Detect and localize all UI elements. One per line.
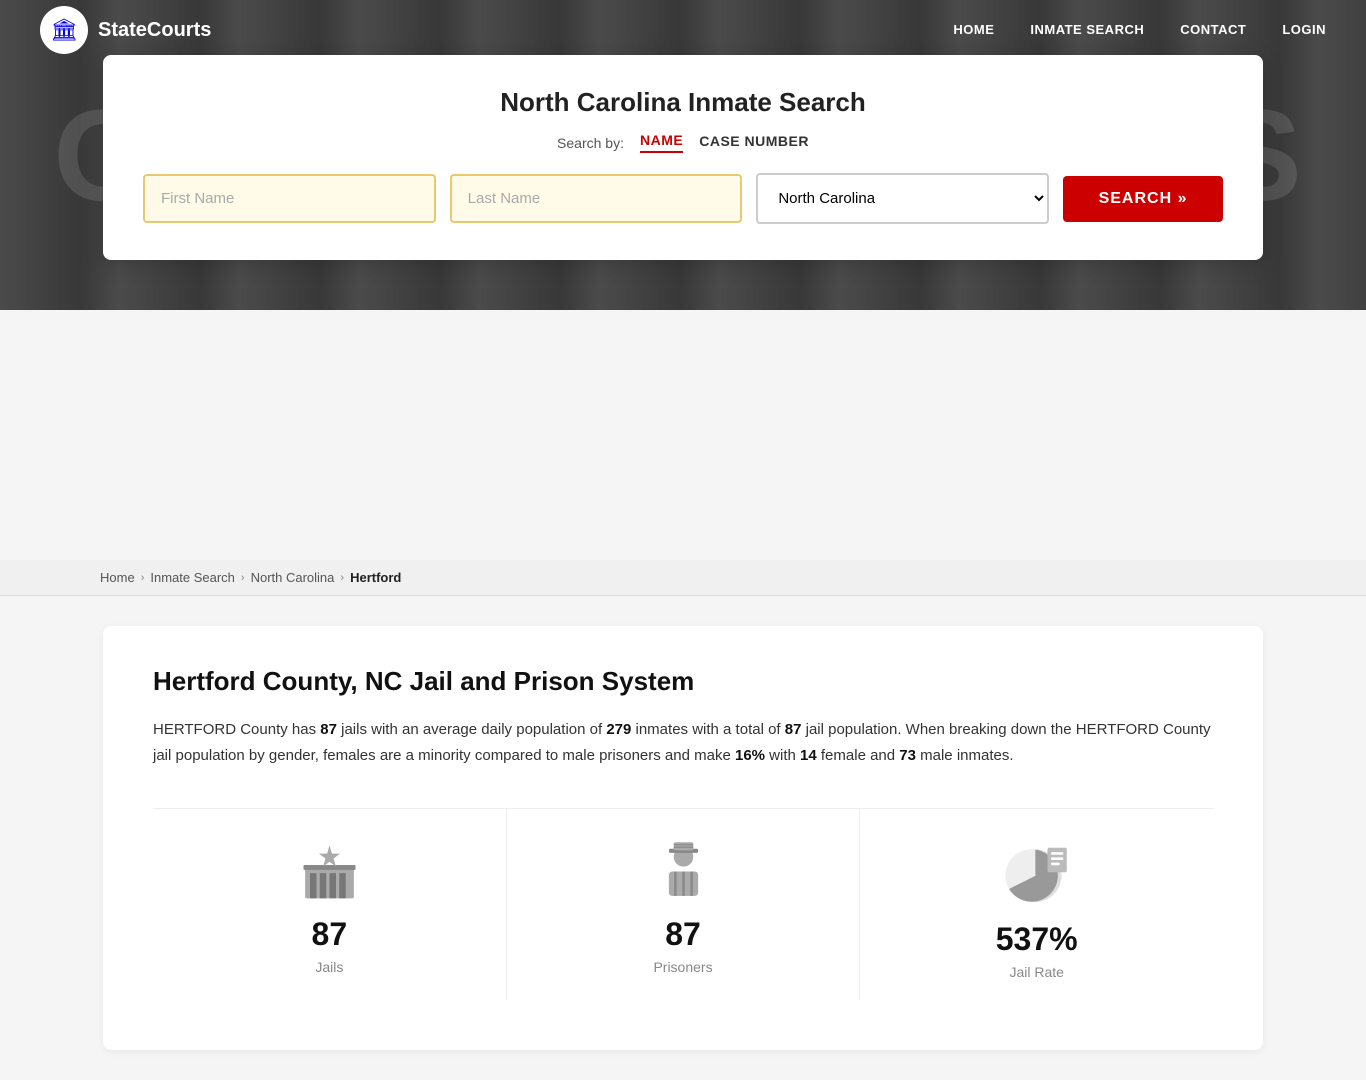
avg-population: 279 (606, 721, 631, 738)
logo-link[interactable]: 🏛 StateCourts (40, 6, 211, 54)
jail-rate-stat-label: Jail Rate (1009, 964, 1063, 980)
jails-stat-label: Jails (315, 959, 343, 975)
last-name-input[interactable] (450, 174, 743, 223)
female-count: 14 (800, 747, 817, 764)
jails-stat-number: 87 (312, 916, 348, 953)
header: C O U R T H O U S E 🏛 StateCourts HOME I… (0, 0, 1366, 310)
section-title: Hertford County, NC Jail and Prison Syst… (153, 666, 1213, 697)
body-part1: HERTFORD County has (153, 721, 320, 738)
jail-icon (297, 839, 362, 904)
first-name-input[interactable] (143, 174, 436, 223)
tab-name[interactable]: NAME (640, 132, 683, 153)
breadcrumb-sep-1: › (141, 572, 145, 584)
tab-case-number[interactable]: CASE NUMBER (699, 133, 809, 152)
breadcrumb-state[interactable]: North Carolina (251, 570, 335, 585)
nav-login[interactable]: LOGIN (1282, 22, 1326, 37)
breadcrumb: Home › Inmate Search › North Carolina › … (0, 560, 1366, 596)
search-card-wrapper: North Carolina Inmate Search Search by: … (103, 55, 1263, 260)
stat-prisoners: 87 Prisoners (507, 809, 861, 1000)
body-part2: jails with an average daily population o… (337, 721, 606, 738)
search-button[interactable]: SEARCH » (1063, 176, 1223, 222)
prisoner-icon (651, 839, 716, 904)
stat-jails: 87 Jails (153, 809, 507, 1000)
breadcrumb-current: Hertford (350, 570, 401, 585)
body-part3: inmates with a total of (631, 721, 784, 738)
search-inputs-row: North Carolina Alabama Alaska Arizona Ca… (143, 173, 1223, 224)
section-body: HERTFORD County has 87 jails with an ave… (153, 717, 1213, 768)
breadcrumb-sep-2: › (241, 572, 245, 584)
prisoners-stat-number: 87 (665, 916, 701, 953)
nav-inmate-search[interactable]: INMATE SEARCH (1030, 22, 1144, 37)
male-count: 73 (899, 747, 916, 764)
state-select[interactable]: North Carolina Alabama Alaska Arizona Ca… (756, 173, 1049, 224)
nav-contact[interactable]: CONTACT (1180, 22, 1246, 37)
body-part5: with (765, 747, 800, 764)
stats-row: 87 Jails 87 Prisoners (153, 808, 1213, 1000)
top-nav: 🏛 StateCourts HOME INMATE SEARCH CONTACT… (0, 0, 1366, 60)
body-part6: female and (817, 747, 900, 764)
site-name: StateCourts (98, 19, 211, 42)
pie-chart-icon (1002, 839, 1072, 909)
breadcrumb-inmate-search[interactable]: Inmate Search (150, 570, 235, 585)
logo-icon: 🏛 (40, 6, 88, 54)
main-content: Hertford County, NC Jail and Prison Syst… (103, 626, 1263, 1050)
nav-home[interactable]: HOME (953, 22, 994, 37)
prisoners-stat-label: Prisoners (653, 959, 712, 975)
search-card: North Carolina Inmate Search Search by: … (103, 55, 1263, 260)
stat-jail-rate: 537% Jail Rate (860, 809, 1213, 1000)
nav-links: HOME INMATE SEARCH CONTACT LOGIN (953, 21, 1326, 39)
breadcrumb-home[interactable]: Home (100, 570, 135, 585)
jails-count: 87 (320, 721, 337, 738)
search-by-label: Search by: (557, 135, 624, 151)
body-part7: male inmates. (916, 747, 1014, 764)
jail-rate-stat-number: 537% (996, 921, 1078, 958)
breadcrumb-sep-3: › (340, 572, 344, 584)
search-by-row: Search by: NAME CASE NUMBER (143, 132, 1223, 153)
total-jail-pop: 87 (785, 721, 802, 738)
female-pct: 16% (735, 747, 765, 764)
search-card-title: North Carolina Inmate Search (143, 87, 1223, 118)
